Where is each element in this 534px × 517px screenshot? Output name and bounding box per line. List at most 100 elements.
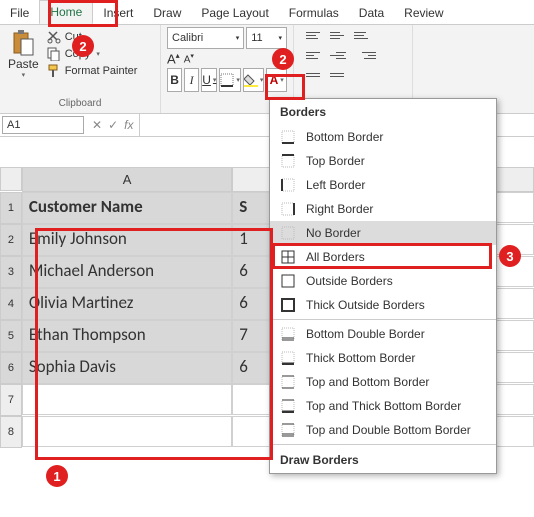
- borders-button[interactable]: ▾: [219, 68, 241, 92]
- dd-thick-bottom-border[interactable]: Thick Bottom Border: [270, 346, 496, 370]
- cut-icon: [47, 30, 61, 44]
- fx-icon[interactable]: fx: [124, 118, 133, 132]
- tab-formulas[interactable]: Formulas: [279, 2, 349, 24]
- cell-b4[interactable]: 6: [232, 288, 274, 320]
- annotation-badge-1: 1: [46, 465, 68, 487]
- dd-outside-borders[interactable]: Outside Borders: [270, 269, 496, 293]
- cell-b1[interactable]: S: [232, 192, 274, 224]
- annotation-badge-2a: 2: [72, 35, 94, 57]
- cell-a8[interactable]: [22, 416, 232, 447]
- col-header-a[interactable]: A: [22, 167, 232, 192]
- cell-a2[interactable]: Emily Johnson: [22, 224, 232, 256]
- outside-borders-icon: [280, 273, 296, 289]
- bottom-border-icon: [280, 129, 296, 145]
- dd-bottom-border[interactable]: Bottom Border: [270, 125, 496, 149]
- increase-indent-button[interactable]: [330, 67, 352, 83]
- cell-a5[interactable]: Ethan Thompson: [22, 320, 232, 352]
- cancel-icon[interactable]: ✕: [92, 118, 102, 132]
- cell-a7[interactable]: [22, 384, 232, 415]
- border-icon: [220, 73, 234, 87]
- cell-a1[interactable]: Customer Name: [22, 192, 232, 224]
- paste-label: Paste: [8, 57, 39, 71]
- dd-top-and-thick-bottom-border[interactable]: Top and Thick Bottom Border: [270, 394, 496, 418]
- no-border-icon: [280, 225, 296, 241]
- col-header-b[interactable]: [232, 167, 274, 192]
- tab-home[interactable]: Home: [39, 0, 93, 24]
- cell-b2[interactable]: 1: [232, 224, 274, 256]
- align-center-button[interactable]: [330, 47, 352, 63]
- format-painter-label: Format Painter: [65, 65, 138, 77]
- tab-file[interactable]: File: [0, 2, 39, 24]
- dd-top-and-double-bottom-border[interactable]: Top and Double Bottom Border: [270, 418, 496, 442]
- italic-button[interactable]: I: [184, 68, 199, 92]
- fill-color-button[interactable]: ▾: [243, 68, 265, 92]
- align-bottom-button[interactable]: [354, 27, 376, 43]
- top-thick-bottom-icon: [280, 398, 296, 414]
- cell-b6[interactable]: 6: [232, 352, 274, 384]
- row-header-8[interactable]: 8: [0, 416, 22, 448]
- row-header-4[interactable]: 4: [0, 288, 22, 320]
- cell-a3[interactable]: Michael Anderson: [22, 256, 232, 288]
- format-painter-icon: [47, 64, 61, 78]
- borders-dropdown: Borders Bottom Border Top Border Left Bo…: [269, 98, 497, 474]
- dd-top-border[interactable]: Top Border: [270, 149, 496, 173]
- font-color-button[interactable]: A▾: [266, 68, 287, 92]
- formula-bar-icons: ✕ ✓ fx: [86, 118, 139, 132]
- thick-outside-icon: [280, 297, 296, 313]
- increase-font-icon[interactable]: A▴: [167, 51, 180, 66]
- cell-a6[interactable]: Sophia Davis: [22, 352, 232, 384]
- dd-right-border[interactable]: Right Border: [270, 197, 496, 221]
- dd-left-border[interactable]: Left Border: [270, 173, 496, 197]
- tab-insert[interactable]: Insert: [93, 2, 143, 24]
- format-painter-button[interactable]: Format Painter: [45, 63, 140, 79]
- tab-data[interactable]: Data: [349, 2, 394, 24]
- draw-borders-title: Draw Borders: [270, 447, 496, 473]
- enter-icon[interactable]: ✓: [108, 118, 118, 132]
- align-left-button[interactable]: [306, 47, 328, 63]
- copy-icon: [47, 47, 61, 61]
- row-header-5[interactable]: 5: [0, 320, 22, 352]
- decrease-indent-button[interactable]: [306, 67, 328, 83]
- annotation-badge-3: 3: [499, 245, 521, 267]
- cell-a4[interactable]: Olivia Martinez: [22, 288, 232, 320]
- dd-no-border[interactable]: No Border: [270, 221, 496, 245]
- thick-bottom-icon: [280, 350, 296, 366]
- align-middle-button[interactable]: [330, 27, 352, 43]
- clipboard-group-label: Clipboard: [6, 98, 154, 111]
- name-box[interactable]: A1: [2, 116, 84, 134]
- row-header-3[interactable]: 3: [0, 256, 22, 288]
- paste-button[interactable]: Paste ▾: [6, 27, 41, 81]
- select-all-corner[interactable]: [0, 167, 22, 191]
- tab-review[interactable]: Review: [394, 2, 453, 24]
- underline-button[interactable]: U▾: [201, 68, 217, 92]
- bold-button[interactable]: B: [167, 68, 182, 92]
- row-header-1[interactable]: 1: [0, 192, 22, 224]
- align-top-button[interactable]: [306, 27, 328, 43]
- top-double-bottom-icon: [280, 422, 296, 438]
- dd-top-and-bottom-border[interactable]: Top and Bottom Border: [270, 370, 496, 394]
- cell-b5[interactable]: 7: [232, 320, 274, 352]
- tab-page-layout[interactable]: Page Layout: [191, 2, 278, 24]
- bottom-double-icon: [280, 326, 296, 342]
- left-border-icon: [280, 177, 296, 193]
- decrease-font-icon[interactable]: A▾: [184, 52, 194, 65]
- tab-draw[interactable]: Draw: [143, 2, 191, 24]
- align-right-button[interactable]: [354, 47, 376, 63]
- right-border-icon: [280, 201, 296, 217]
- dropdown-title: Borders: [270, 99, 496, 125]
- row-header-2[interactable]: 2: [0, 224, 22, 256]
- font-name-select[interactable]: Calibri▾: [167, 27, 244, 49]
- fill-color-icon: [244, 73, 258, 87]
- all-borders-icon: [280, 249, 296, 265]
- cell-b3[interactable]: 6: [232, 256, 274, 288]
- top-border-icon: [280, 153, 296, 169]
- paste-icon: [11, 29, 35, 57]
- dd-bottom-double-border[interactable]: Bottom Double Border: [270, 322, 496, 346]
- row-header-6[interactable]: 6: [0, 352, 22, 384]
- font-size-select[interactable]: 11▾: [246, 27, 287, 49]
- dd-thick-outside-borders[interactable]: Thick Outside Borders: [270, 293, 496, 317]
- row-header-7[interactable]: 7: [0, 384, 22, 416]
- top-and-bottom-icon: [280, 374, 296, 390]
- ribbon-tabs: File Home Insert Draw Page Layout Formul…: [0, 0, 534, 25]
- dd-all-borders[interactable]: All Borders: [270, 245, 496, 269]
